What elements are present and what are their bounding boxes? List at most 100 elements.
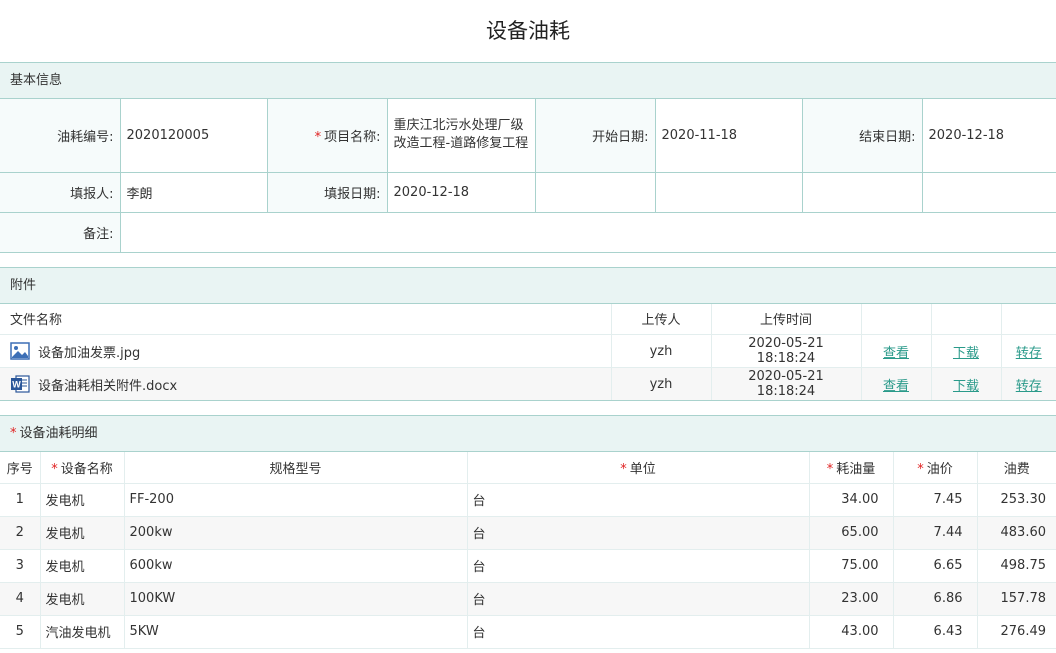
detail-table: 序号 * 设备名称 规格型号 * 单位 * 耗油量 * 油价 油费 1 发电机 FF-2… bbox=[0, 452, 1056, 649]
row-no: 4 bbox=[0, 582, 41, 616]
project-value: 重庆江北污水处理厂级改造工程-道路修复工程 bbox=[386, 99, 536, 173]
col-spec: 规格型号 bbox=[124, 452, 468, 484]
table-row: 5 汽油发电机 5KW 台 43.00 6.43 276.49 bbox=[0, 615, 1056, 649]
unit: 台 bbox=[467, 549, 810, 583]
spec: 600kw bbox=[124, 549, 468, 583]
upload-time: 2020-05-21 18:18:24 bbox=[711, 367, 862, 401]
basic-info-table: 油耗编号: 2020120005 * 项目名称: 重庆江北污水处理厂级改造工程-道… bbox=[0, 99, 1056, 253]
unit: 台 bbox=[467, 582, 810, 616]
code-value: 2020120005 bbox=[119, 99, 268, 173]
basic-info-header: 基本信息 bbox=[0, 62, 1056, 99]
table-row: 1 发电机 FF-200 台 34.00 7.45 253.30 bbox=[0, 483, 1056, 517]
price: 6.65 bbox=[893, 549, 978, 583]
uploader: yzh bbox=[611, 334, 712, 368]
row-no: 3 bbox=[0, 549, 41, 583]
end-date-label: 结束日期: bbox=[801, 99, 923, 173]
price: 6.43 bbox=[893, 615, 978, 649]
col-price: * 油价 bbox=[893, 452, 978, 484]
device-name: 发电机 bbox=[40, 516, 125, 550]
cost: 483.60 bbox=[977, 516, 1056, 550]
qty: 65.00 bbox=[809, 516, 894, 550]
table-row: 4 发电机 100KW 台 23.00 6.86 157.78 bbox=[0, 582, 1056, 616]
empty-cell bbox=[921, 171, 1056, 213]
price: 7.45 bbox=[893, 483, 978, 517]
device-name: 汽油发电机 bbox=[40, 615, 125, 649]
unit: 台 bbox=[467, 516, 810, 550]
cost: 157.78 bbox=[977, 582, 1056, 616]
save-link[interactable]: 转存 bbox=[1016, 346, 1042, 361]
col-price-text: 油价 bbox=[926, 461, 953, 477]
word-file-icon: W bbox=[10, 374, 30, 394]
download-link[interactable]: 下载 bbox=[953, 379, 979, 394]
table-row: 3 发电机 600kw 台 75.00 6.65 498.75 bbox=[0, 549, 1056, 583]
image-file-icon bbox=[10, 341, 30, 361]
project-label-text: 项目名称: bbox=[324, 129, 381, 145]
empty-cell bbox=[801, 171, 923, 213]
col-upload-time: 上传时间 bbox=[711, 303, 862, 335]
qty: 23.00 bbox=[809, 582, 894, 616]
svg-text:W: W bbox=[12, 380, 21, 390]
report-date-label: 填报日期: bbox=[266, 171, 388, 213]
col-unit: * 单位 bbox=[467, 452, 810, 484]
cost: 276.49 bbox=[977, 615, 1056, 649]
col-file-name: 文件名称 bbox=[0, 303, 612, 335]
upload-time: 2020-05-21 18:18:24 bbox=[711, 334, 862, 368]
download-link[interactable]: 下载 bbox=[953, 346, 979, 361]
unit: 台 bbox=[467, 615, 810, 649]
price: 6.86 bbox=[893, 582, 978, 616]
col-cost: 油费 bbox=[977, 452, 1056, 484]
reporter-value: 李朗 bbox=[119, 171, 268, 213]
start-date-label: 开始日期: bbox=[534, 99, 656, 173]
row-no: 1 bbox=[0, 483, 41, 517]
cost: 253.30 bbox=[977, 483, 1056, 517]
start-date-value: 2020-11-18 bbox=[654, 99, 803, 173]
view-link[interactable]: 查看 bbox=[883, 346, 909, 361]
detail-header: * 设备油耗明细 bbox=[0, 415, 1056, 452]
project-label: * 项目名称: bbox=[266, 99, 388, 173]
col-empty bbox=[1001, 303, 1056, 335]
device-name: 发电机 bbox=[40, 582, 125, 616]
code-label: 油耗编号: bbox=[0, 99, 121, 173]
qty: 75.00 bbox=[809, 549, 894, 583]
qty: 43.00 bbox=[809, 615, 894, 649]
cost: 498.75 bbox=[977, 549, 1056, 583]
col-empty bbox=[861, 303, 932, 335]
empty-cell bbox=[654, 171, 803, 213]
device-name: 发电机 bbox=[40, 549, 125, 583]
attachments-table: 文件名称 上传人 上传时间 设备加油发票.jpg yzh 2020-05-21 … bbox=[0, 303, 1056, 401]
col-qty: * 耗油量 bbox=[809, 452, 894, 484]
table-row: 设备加油发票.jpg yzh 2020-05-21 18:18:24 查看 下载… bbox=[0, 334, 1056, 368]
file-name: 设备油耗相关附件.docx bbox=[38, 378, 178, 394]
spec: 200kw bbox=[124, 516, 468, 550]
col-device-name: * 设备名称 bbox=[40, 452, 125, 484]
col-empty bbox=[931, 303, 1002, 335]
table-row: 2 发电机 200kw 台 65.00 7.44 483.60 bbox=[0, 516, 1056, 550]
file-cell: W 设备油耗相关附件.docx bbox=[0, 367, 612, 401]
save-link[interactable]: 转存 bbox=[1016, 379, 1042, 394]
row-no: 2 bbox=[0, 516, 41, 550]
spec: FF-200 bbox=[124, 483, 468, 517]
unit: 台 bbox=[467, 483, 810, 517]
attachments-header: 附件 bbox=[0, 266, 1056, 304]
detail-header-label: 设备油耗明细 bbox=[19, 426, 98, 441]
view-link[interactable]: 查看 bbox=[883, 379, 909, 394]
remark-label: 备注: bbox=[0, 211, 121, 253]
file-name: 设备加油发票.jpg bbox=[38, 345, 141, 361]
remark-value bbox=[119, 211, 1056, 253]
col-uploader: 上传人 bbox=[611, 303, 712, 335]
end-date-value: 2020-12-18 bbox=[921, 99, 1056, 173]
col-no: 序号 bbox=[0, 452, 41, 484]
attachments-header-label: 附件 bbox=[10, 277, 37, 293]
report-date-value: 2020-12-18 bbox=[386, 171, 536, 213]
row-no: 5 bbox=[0, 615, 41, 649]
device-name: 发电机 bbox=[40, 483, 125, 517]
spec: 5KW bbox=[124, 615, 468, 649]
qty: 34.00 bbox=[809, 483, 894, 517]
reporter-label: 填报人: bbox=[0, 171, 121, 213]
empty-cell bbox=[534, 171, 656, 213]
spec: 100KW bbox=[124, 582, 468, 616]
basic-info-header-label: 基本信息 bbox=[10, 73, 63, 88]
file-cell: 设备加油发票.jpg bbox=[0, 334, 612, 368]
col-qty-text: 耗油量 bbox=[836, 461, 876, 477]
price: 7.44 bbox=[893, 516, 978, 550]
